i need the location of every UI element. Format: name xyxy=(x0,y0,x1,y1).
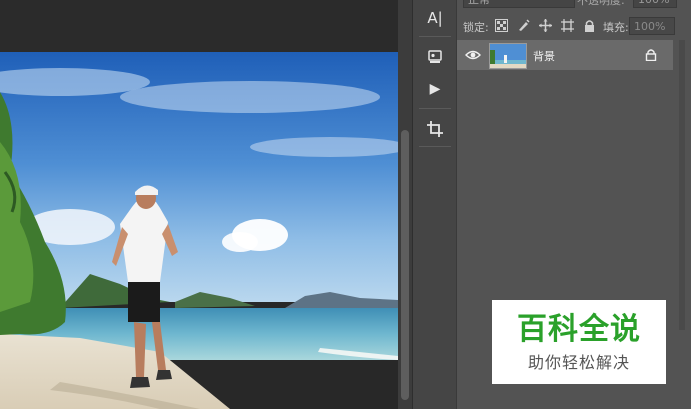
opacity-input[interactable]: 100% xyxy=(633,0,677,8)
lock-artboard-icon[interactable] xyxy=(561,19,574,32)
lock-position-icon[interactable] xyxy=(539,19,552,32)
dock-separator xyxy=(419,108,451,109)
dock-separator xyxy=(419,36,451,37)
actions-panel-button[interactable]: ▶ xyxy=(417,74,453,104)
document-canvas-area xyxy=(0,0,398,409)
properties-panel-button[interactable] xyxy=(417,42,453,72)
character-panel-icon: A| xyxy=(427,9,443,27)
watermark-subtitle: 助你轻松解决 xyxy=(527,353,630,372)
lock-row: 锁定: 填充: 100% xyxy=(457,14,691,38)
layer-thumbnail xyxy=(489,43,527,69)
opacity-label: 不透明度: xyxy=(577,0,625,7)
watermark-title: 百科全说 xyxy=(517,312,641,347)
fill-label: 填充: xyxy=(603,21,629,34)
play-actions-icon: ▶ xyxy=(429,81,441,97)
blend-options-row: 正常 不透明度: 100% xyxy=(457,0,691,10)
character-panel-button[interactable]: A| xyxy=(417,3,453,33)
crop-tool-button[interactable] xyxy=(417,114,453,144)
lock-transparent-pixels-icon[interactable] xyxy=(495,19,508,32)
lock-all-icon[interactable] xyxy=(583,19,596,32)
canvas-vertical-scrollbar[interactable] xyxy=(398,0,412,409)
layer-name[interactable]: 背景 xyxy=(533,48,555,64)
canvas-pasteboard xyxy=(0,0,398,52)
canvas-scrollbar-thumb[interactable] xyxy=(401,130,409,400)
watermark-badge: 百科全说 助你轻松解决 xyxy=(492,300,666,384)
lock-image-pixels-icon[interactable] xyxy=(517,19,530,32)
layers-panel-scrollbar[interactable] xyxy=(676,40,688,330)
eye-visibility-icon[interactable] xyxy=(465,47,481,63)
fill-input[interactable]: 100% xyxy=(629,17,675,35)
layer-row-background[interactable]: 背景 xyxy=(457,40,673,70)
blend-mode-select[interactable]: 正常 xyxy=(463,0,575,8)
lock-label: 锁定: xyxy=(463,21,489,34)
canvas-image-beach-runner[interactable] xyxy=(0,52,398,409)
collapsed-panels-dock: A| ▶ xyxy=(412,0,457,409)
dock-separator xyxy=(419,146,451,147)
layer-lock-icon xyxy=(645,49,657,61)
properties-panel-icon xyxy=(428,50,442,63)
crop-tool-icon xyxy=(427,121,443,137)
